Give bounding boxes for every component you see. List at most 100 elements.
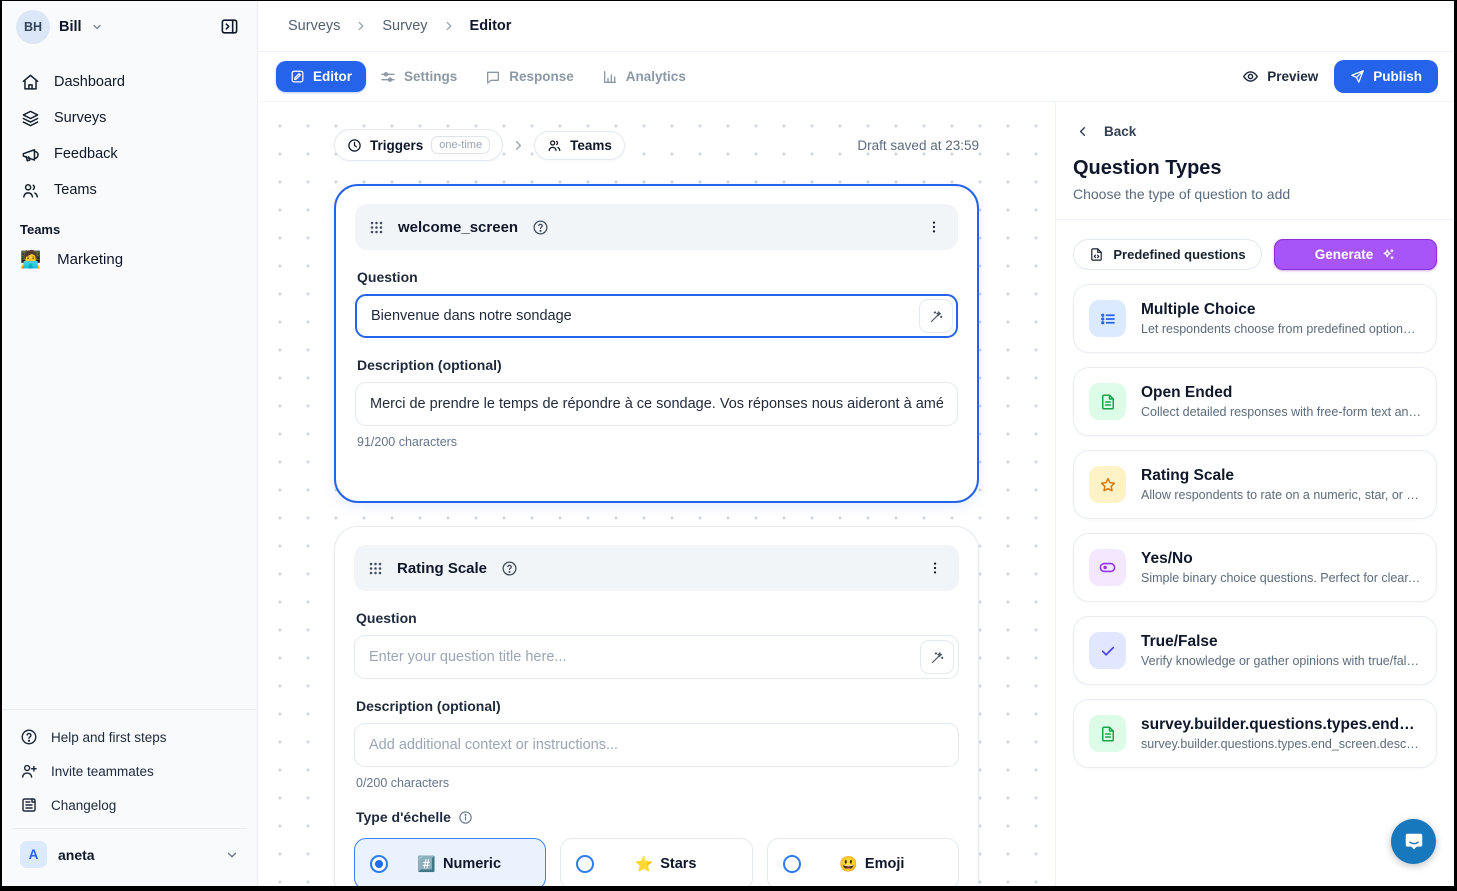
sidebar-item-label: Feedback (54, 146, 118, 162)
publish-button[interactable]: Publish (1334, 60, 1438, 93)
teams-chip[interactable]: Teams (534, 131, 625, 160)
question-type-end-screen[interactable]: survey.builder.questions.types.end_scr..… (1073, 699, 1437, 768)
divider (1056, 219, 1454, 220)
question-type-open-ended[interactable]: Open Ended Collect detailed responses wi… (1073, 367, 1437, 436)
eye-icon (1242, 68, 1259, 85)
back-label: Back (1104, 124, 1136, 139)
help-first-steps-item[interactable]: Help and first steps (12, 720, 247, 754)
sparkles-icon (1381, 247, 1396, 262)
pencil-square-icon (290, 69, 305, 84)
chevron-right-icon (442, 19, 456, 33)
panel-toggle-icon (220, 17, 239, 36)
question-type-true-false[interactable]: True/False Verify knowledge or gather op… (1073, 616, 1437, 685)
breadcrumb-survey[interactable]: Survey (382, 18, 427, 34)
more-options-icon[interactable] (922, 215, 946, 239)
panel-subtitle: Choose the type of question to add (1073, 186, 1437, 202)
question-description-input[interactable] (355, 382, 958, 426)
app-window: BH Bill Dashboard (2, 1, 1454, 886)
scale-option-stars[interactable]: ⭐ Stars (560, 838, 752, 886)
magic-wand-button[interactable] (919, 299, 953, 333)
radio-icon (576, 855, 594, 873)
scale-option-label: Stars (660, 856, 696, 872)
magic-wand-icon (929, 309, 944, 324)
preview-button[interactable]: Preview (1242, 68, 1318, 85)
list-icon (1089, 300, 1126, 337)
description-field-label: Description (optional) (356, 698, 957, 714)
chat-bubble-icon (1403, 831, 1425, 853)
draft-status: Draft saved at 23:59 (857, 138, 979, 153)
changelog-item[interactable]: Changelog (12, 788, 247, 822)
sidebar-item-feedback[interactable]: Feedback (12, 136, 247, 172)
trigger-frequency-badge: one-time (431, 136, 490, 154)
chat-launcher-button[interactable] (1391, 819, 1436, 864)
question-card-rating-scale[interactable]: Rating Scale Question (334, 526, 979, 886)
clock-icon (347, 138, 362, 153)
question-type-rating-scale[interactable]: Rating Scale Allow respondents to rate o… (1073, 450, 1437, 519)
question-card-welcome-screen[interactable]: welcome_screen Question (334, 184, 979, 503)
char-count: 0/200 characters (356, 776, 957, 790)
sidebar: BH Bill Dashboard (2, 1, 258, 886)
breadcrumb-surveys[interactable]: Surveys (288, 18, 340, 34)
file-code-icon (1089, 247, 1104, 262)
tab-label: Editor (313, 69, 352, 84)
tab-settings[interactable]: Settings (366, 61, 471, 93)
predefined-questions-button[interactable]: Predefined questions (1073, 239, 1262, 270)
file-text-icon (1089, 383, 1126, 420)
question-type-title: Open Ended (1141, 384, 1421, 402)
workspace-switcher[interactable]: BH Bill (16, 10, 103, 44)
question-type-description: Allow respondents to rate on a numeric, … (1141, 488, 1421, 502)
info-circle-icon[interactable] (458, 810, 473, 825)
sidebar-item-dashboard[interactable]: Dashboard (12, 64, 247, 100)
drag-handle-icon[interactable] (369, 220, 384, 235)
scale-option-emoji[interactable]: 😃 Emoji (767, 838, 959, 886)
triggers-chip[interactable]: Triggers one-time (334, 129, 503, 161)
scale-type-label: Type d'échelle (356, 809, 957, 825)
tab-response[interactable]: Response (471, 61, 588, 93)
sidebar-item-marketing[interactable]: 🧑‍💻 Marketing (2, 243, 257, 276)
question-title-input[interactable] (355, 294, 958, 338)
bar-chart-icon (602, 69, 618, 85)
chevron-down-icon (225, 848, 239, 862)
help-circle-icon[interactable] (532, 219, 549, 236)
sidebar-header: BH Bill (2, 1, 257, 52)
drag-handle-icon[interactable] (368, 561, 383, 576)
back-button[interactable]: Back (1073, 102, 1437, 143)
sidebar-item-label: Teams (54, 182, 97, 198)
description-field-label: Description (optional) (357, 357, 956, 373)
more-options-icon[interactable] (923, 556, 947, 580)
question-card-header: Rating Scale (354, 545, 959, 591)
predefined-questions-label: Predefined questions (1113, 247, 1245, 262)
workspace-name: Bill (59, 19, 82, 35)
survey-canvas: Triggers one-time Teams Draft sav (258, 102, 1055, 886)
file-text-icon (1089, 715, 1126, 752)
question-type-title: survey.builder.questions.types.end_scr..… (1141, 716, 1421, 734)
generate-button[interactable]: Generate (1274, 239, 1437, 270)
user-plus-icon (20, 762, 38, 780)
question-type-description: Simple binary choice questions. Perfect … (1141, 571, 1421, 585)
question-card-title: Rating Scale (397, 560, 487, 577)
tab-analytics[interactable]: Analytics (588, 61, 700, 93)
question-type-multiple-choice[interactable]: Multiple Choice Let respondents choose f… (1073, 284, 1437, 353)
sidebar-collapse-button[interactable] (213, 11, 245, 43)
invite-teammates-item[interactable]: Invite teammates (12, 754, 247, 788)
question-type-description: survey.builder.questions.types.end_scree… (1141, 737, 1421, 751)
magic-wand-icon (930, 650, 945, 665)
help-circle-icon[interactable] (501, 560, 518, 577)
magic-wand-button[interactable] (920, 640, 954, 674)
scale-type-options: #️⃣ Numeric ⭐ Stars (354, 838, 959, 886)
teams-section-label: Teams (2, 208, 257, 243)
tab-editor[interactable]: Editor (276, 61, 366, 92)
account-menu[interactable]: A aneta (12, 828, 247, 880)
message-icon (485, 69, 501, 85)
scale-option-numeric[interactable]: #️⃣ Numeric (354, 838, 546, 886)
sidebar-item-teams[interactable]: Teams (12, 172, 247, 208)
question-card-header: welcome_screen (355, 204, 958, 250)
sidebar-item-label: Dashboard (54, 74, 125, 90)
sidebar-item-surveys[interactable]: Surveys (12, 100, 247, 136)
question-description-input[interactable] (354, 723, 959, 767)
star-emoji-icon: ⭐ (635, 855, 654, 873)
question-title-input[interactable] (354, 635, 959, 679)
megaphone-icon (20, 144, 40, 164)
question-type-yes-no[interactable]: Yes/No Simple binary choice questions. P… (1073, 533, 1437, 602)
numeric-emoji-icon: #️⃣ (417, 855, 436, 873)
